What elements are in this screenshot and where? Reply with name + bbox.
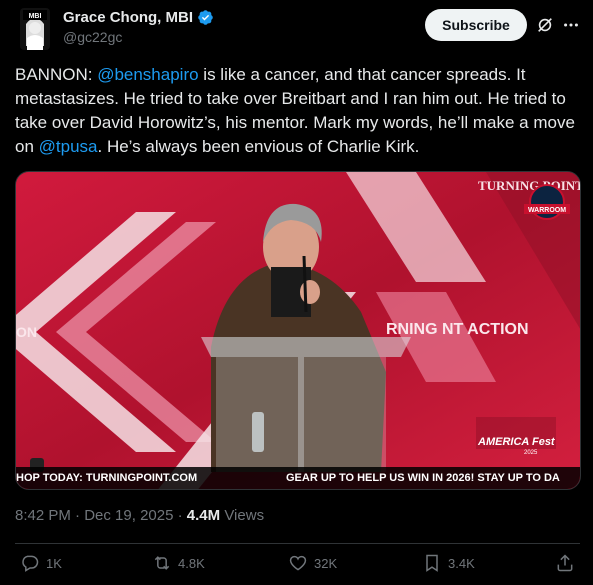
more-options-icon[interactable]: [562, 16, 580, 34]
share-icon: [557, 554, 573, 572]
tweet-time[interactable]: 8:42 PM: [15, 507, 71, 524]
mention-link[interactable]: @tpusa: [39, 137, 98, 156]
overlay-left: ON: [16, 324, 37, 340]
reply-button[interactable]: 1K: [20, 553, 62, 573]
repost-count: 4.8K: [178, 555, 205, 571]
heart-icon: [289, 555, 307, 571]
americafest-logo: AMERICA Fest: [477, 436, 556, 448]
repost-icon: [154, 556, 170, 570]
meta-separator: ·: [70, 507, 85, 524]
warroom-badge: WARROOM: [528, 207, 566, 214]
americafest-year: 2025: [524, 450, 538, 456]
tweet-text: BANNON: @benshapiro is like a cancer, an…: [15, 63, 575, 159]
views-count[interactable]: 4.4M: [187, 507, 220, 524]
avatar[interactable]: MBI: [16, 8, 54, 50]
subscribe-button[interactable]: Subscribe: [425, 9, 527, 41]
tweet-meta: 8:42 PM · Dec 19, 2025 · 4.4M Views: [15, 507, 264, 524]
avatar-label: MBI: [29, 13, 42, 20]
grok-icon[interactable]: [536, 16, 554, 34]
tweet-video[interactable]: TURNING POINT ACTION RNING NT ACTION ON …: [15, 171, 581, 490]
tweet-text-segment: BANNON:: [15, 65, 98, 84]
bookmark-count: 3.4K: [448, 555, 475, 571]
reply-count: 1K: [46, 555, 62, 571]
tweet-text-segment: . He’s always been envious of Charlie Ki…: [97, 137, 420, 156]
repost-button[interactable]: 4.8K: [152, 553, 205, 573]
author-info: Grace Chong, MBI @gc22gc: [63, 9, 214, 45]
author-name[interactable]: Grace Chong, MBI: [63, 9, 193, 26]
video-ticker: HOP TODAY: TURNINGPOINT.COM GEAR UP TO H…: [16, 467, 580, 489]
ticker-left: HOP TODAY: TURNINGPOINT.COM: [16, 472, 198, 484]
mention-link[interactable]: @benshapiro: [97, 65, 198, 84]
overlay-mid: RNING NT ACTION: [386, 321, 529, 338]
bookmark-button[interactable]: 3.4K: [422, 553, 475, 573]
like-count: 32K: [314, 555, 338, 571]
meta-separator: ·: [173, 507, 187, 524]
author-handle[interactable]: @gc22gc: [63, 29, 214, 45]
share-button[interactable]: [555, 553, 575, 573]
like-button[interactable]: 32K: [288, 553, 337, 573]
tweet-date[interactable]: Dec 19, 2025: [84, 507, 173, 524]
divider: [15, 543, 580, 544]
reply-icon: [22, 555, 39, 572]
bookmark-icon: [426, 554, 438, 572]
overlay-top: TURNING POINT ACTION: [478, 178, 581, 193]
verified-badge-icon[interactable]: [197, 9, 214, 26]
views-label: Views: [220, 507, 265, 524]
ticker-right: GEAR UP TO HELP US WIN IN 2026! STAY UP …: [286, 472, 560, 484]
action-bar: 1K 4.8K 32K 3.4K: [0, 553, 593, 581]
